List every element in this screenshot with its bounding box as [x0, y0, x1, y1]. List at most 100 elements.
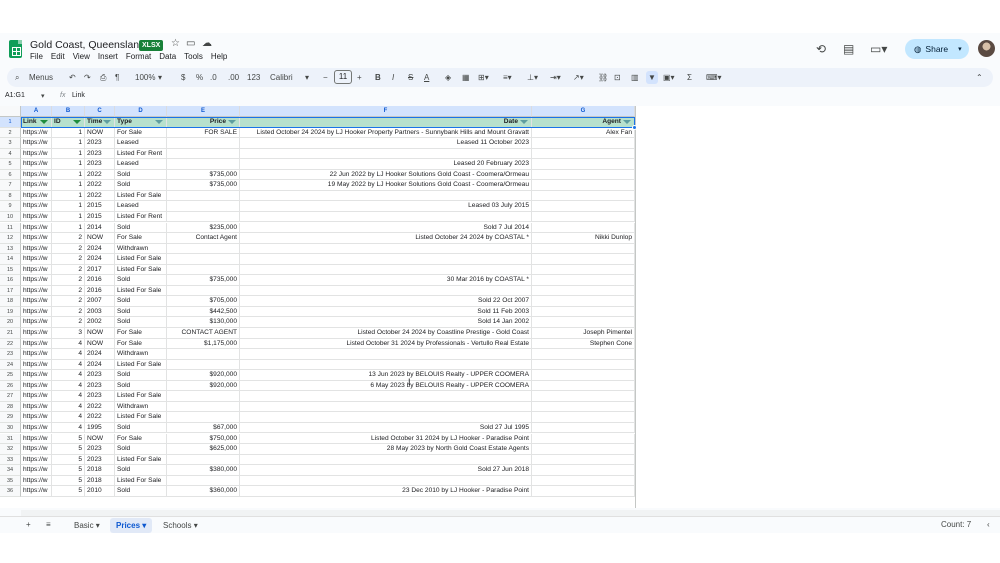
cell-link[interactable]: https://w — [21, 317, 52, 328]
cell-agent[interactable] — [532, 475, 635, 487]
cell-time[interactable]: 2022 — [85, 180, 115, 191]
meet-icon[interactable]: ▭▾ — [870, 42, 887, 56]
cell-id[interactable]: 4 — [52, 349, 85, 360]
cell-id[interactable]: 4 — [52, 422, 85, 434]
version-history-icon[interactable]: ⟲ — [816, 42, 826, 56]
cell-time[interactable]: 2016 — [85, 285, 115, 297]
cell-date[interactable] — [240, 243, 532, 255]
cell-type[interactable]: For Sale — [115, 338, 167, 350]
cell-agent[interactable] — [532, 296, 635, 307]
cell-date[interactable] — [240, 401, 532, 413]
cell-link[interactable]: https://w — [21, 486, 52, 497]
cell-date[interactable]: Sold 7 Jul 2014 — [240, 222, 532, 234]
cell-price[interactable]: $67,000 — [167, 422, 240, 434]
cell-date[interactable] — [240, 211, 532, 223]
cell-agent[interactable] — [532, 349, 635, 360]
cell-time[interactable]: 2023 — [85, 159, 115, 170]
header-cell-price[interactable]: Price — [167, 117, 240, 128]
cell-id[interactable]: 1 — [52, 190, 85, 202]
cell-link[interactable]: https://w — [21, 127, 52, 139]
cell-type[interactable]: Listed For Sale — [115, 475, 167, 487]
cell-type[interactable]: Sold — [115, 444, 167, 455]
column-header-b[interactable]: B — [52, 106, 85, 117]
cell-type[interactable]: Listed For Sale — [115, 359, 167, 371]
row-number[interactable]: 35 — [0, 475, 21, 487]
cell-link[interactable]: https://w — [21, 306, 52, 318]
column-header-d[interactable]: D — [115, 106, 167, 117]
cell-link[interactable]: https://w — [21, 148, 52, 160]
cell-date[interactable]: Listed October 24 2024 by COASTAL * — [240, 233, 532, 244]
cell-date[interactable] — [240, 264, 532, 276]
star-icon[interactable]: ☆ — [171, 38, 180, 49]
cell-type[interactable]: Withdrawn — [115, 243, 167, 255]
cell-price[interactable]: $1,175,000 — [167, 338, 240, 350]
header-cell-date[interactable]: Date — [240, 117, 532, 128]
cell-link[interactable]: https://w — [21, 465, 52, 476]
cell-link[interactable]: https://w — [21, 201, 52, 212]
cell-type[interactable]: For Sale — [115, 127, 167, 139]
cell-link[interactable]: https://w — [21, 475, 52, 487]
header-cell-time[interactable]: Time — [85, 117, 115, 128]
cell-id[interactable]: 1 — [52, 148, 85, 160]
cell-price[interactable]: $920,000 — [167, 370, 240, 381]
column-header-a[interactable]: A — [21, 106, 52, 117]
cell-link[interactable]: https://w — [21, 254, 52, 265]
cell-link[interactable]: https://w — [21, 180, 52, 191]
cell-id[interactable]: 2 — [52, 233, 85, 244]
cell-agent[interactable]: Nikki Dunlop — [532, 233, 635, 244]
cell-agent[interactable] — [532, 201, 635, 212]
cell-date[interactable]: Listed October 24 2024 by LJ Hooker Prop… — [240, 127, 532, 139]
collapse-toolbar-icon[interactable]: ⌃ — [976, 71, 983, 84]
cell-agent[interactable]: Alex Fan — [532, 127, 635, 139]
header-cell-link[interactable]: Link — [21, 117, 52, 128]
cell-agent[interactable] — [532, 148, 635, 160]
cell-type[interactable]: Sold — [115, 296, 167, 307]
cell-link[interactable]: https://w — [21, 349, 52, 360]
cell-time[interactable]: 2024 — [85, 359, 115, 371]
redo-icon[interactable]: ↷ — [84, 71, 91, 84]
cell-time[interactable]: 2023 — [85, 380, 115, 392]
cell-time[interactable]: 2003 — [85, 306, 115, 318]
cell-link[interactable]: https://w — [21, 169, 52, 181]
cell-link[interactable]: https://w — [21, 454, 52, 466]
row-number[interactable]: 1 — [0, 117, 21, 128]
filter-dropdown-icon[interactable] — [73, 120, 81, 124]
row-number[interactable]: 6 — [0, 169, 21, 181]
paint-format-icon[interactable]: ¶ — [115, 71, 119, 84]
column-header-e[interactable]: E — [167, 106, 240, 117]
row-number[interactable]: 22 — [0, 338, 21, 350]
cell-id[interactable]: 1 — [52, 159, 85, 170]
cell-id[interactable]: 5 — [52, 486, 85, 497]
cell-time[interactable]: NOW — [85, 433, 115, 445]
row-number[interactable]: 23 — [0, 349, 21, 360]
row-number[interactable]: 3 — [0, 138, 21, 149]
percent-format-button[interactable]: % — [196, 71, 203, 84]
text-color-button[interactable]: A — [424, 71, 429, 84]
cell-price[interactable]: $442,500 — [167, 306, 240, 318]
cell-type[interactable]: Listed For Rent — [115, 148, 167, 160]
cell-price[interactable] — [167, 359, 240, 371]
fill-handle[interactable] — [632, 125, 637, 130]
cell-link[interactable]: https://w — [21, 190, 52, 202]
tab-basic[interactable]: Basic ▾ — [68, 518, 106, 533]
cell-type[interactable]: Sold — [115, 465, 167, 476]
insert-link-icon[interactable]: ⛓ — [598, 71, 608, 84]
cell-link[interactable]: https://w — [21, 243, 52, 255]
cell-date[interactable]: Sold 14 Jan 2002 — [240, 317, 532, 328]
row-number[interactable]: 34 — [0, 465, 21, 476]
cell-time[interactable]: 2024 — [85, 349, 115, 360]
cell-link[interactable]: https://w — [21, 328, 52, 339]
increase-font-size-icon[interactable]: + — [357, 71, 362, 84]
cell-type[interactable]: Sold — [115, 422, 167, 434]
row-number[interactable]: 12 — [0, 233, 21, 244]
cell-date[interactable]: Listed October 31 2024 by Professionals … — [240, 338, 532, 350]
cell-price[interactable]: $735,000 — [167, 180, 240, 191]
cell-agent[interactable] — [532, 169, 635, 181]
filter-dropdown-icon[interactable] — [155, 120, 163, 124]
cell-id[interactable]: 5 — [52, 475, 85, 487]
cell-date[interactable] — [240, 359, 532, 371]
menu-tools[interactable]: Tools — [184, 52, 203, 61]
cell-date[interactable] — [240, 412, 532, 423]
cell-time[interactable]: 2023 — [85, 391, 115, 402]
insert-chart-icon[interactable]: ▥ — [631, 71, 639, 84]
